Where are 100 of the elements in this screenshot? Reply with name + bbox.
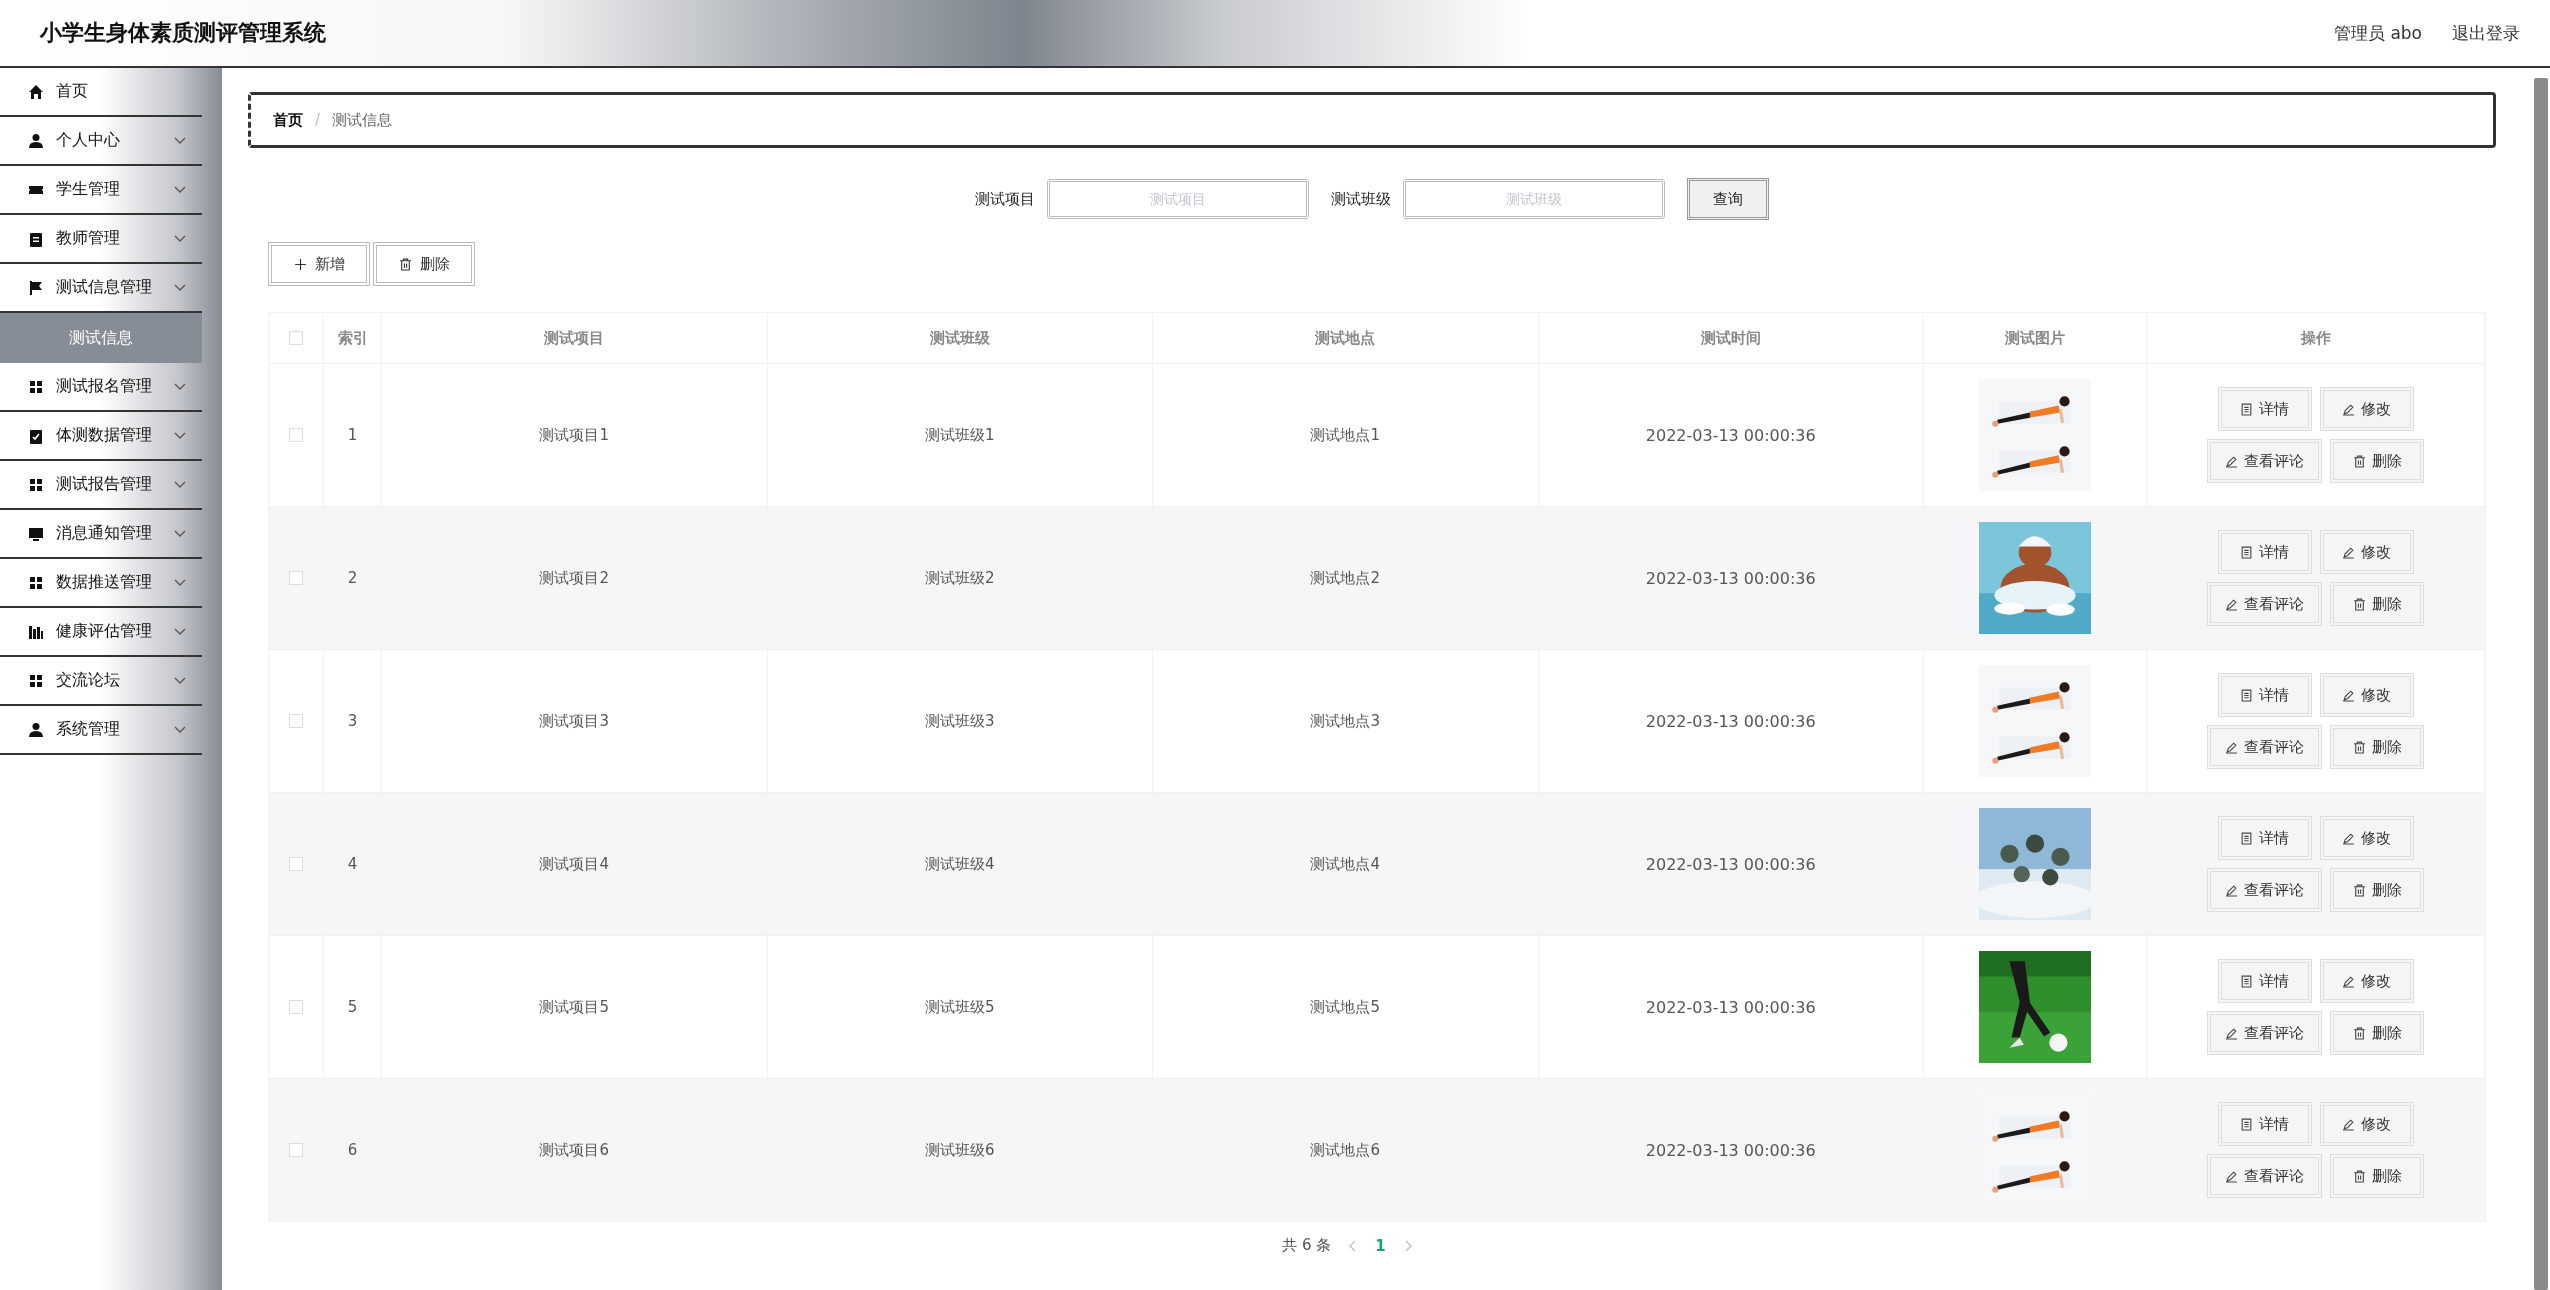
clipboard-icon [28,230,44,247]
flag-icon [28,279,44,296]
chevron-icon [174,529,186,538]
breadcrumb-link[interactable]: 首页 [273,110,303,130]
sidebar-item[interactable]: 体测数据管理 [0,412,202,461]
logout-link[interactable]: 退出登录 [2452,21,2520,45]
next-page-icon[interactable] [1403,1239,1412,1252]
comments-button[interactable]: 查看评论 [2207,725,2322,769]
trash-icon [2352,1169,2366,1183]
delete-button[interactable]: 删除 [2330,1154,2424,1198]
edit-button[interactable]: 修改 [2319,1102,2414,1146]
row-checkbox[interactable] [289,857,303,871]
select-all-checkbox[interactable] [289,331,303,345]
delete-button[interactable]: 删除 [2330,582,2424,626]
sidebar-item[interactable]: 测试报告管理 [0,461,202,510]
table-cell: 测试地点4 [1153,793,1539,935]
sidebar-item[interactable]: 个人中心 [0,117,202,166]
edit-button[interactable]: 修改 [2319,959,2414,1003]
table-cell: 6 [324,1079,382,1221]
pencil-icon [2342,1117,2355,1131]
comments-button[interactable]: 查看评论 [2207,1011,2322,1055]
document-icon [2240,545,2253,559]
comments-button[interactable]: 查看评论 [2207,1154,2322,1198]
detail-button[interactable]: 详情 [2217,530,2312,574]
sidebar-item[interactable]: 教师管理 [0,215,202,264]
trash-icon [2352,1026,2366,1040]
sidebar-item[interactable]: 消息通知管理 [0,510,202,559]
edit-button[interactable]: 修改 [2319,816,2414,860]
row-checkbox[interactable] [289,1000,303,1014]
document-icon [2240,831,2253,845]
table-cell: 测试地点2 [1153,507,1539,649]
total-count: 共 6 条 [1282,1236,1332,1255]
column-header: 测试项目 [382,313,768,363]
sidebar-item[interactable]: 交流论坛 [0,657,202,706]
sidebar-item[interactable]: 首页 [0,68,202,117]
grid-icon [28,672,44,689]
pencil-icon [2225,740,2238,754]
comments-button[interactable]: 查看评论 [2207,868,2322,912]
edit-button[interactable]: 修改 [2319,387,2414,431]
trash-icon [2352,883,2366,897]
chevron-icon [174,676,186,685]
chevron-icon [174,578,186,587]
sidebar-item[interactable]: 数据推送管理 [0,559,202,608]
chevron-icon [174,185,186,194]
trash-icon [2352,597,2366,611]
search-field[interactable]: 测试项目 [1047,179,1309,219]
chevron-icon [174,725,186,734]
delete-button[interactable]: 删除 [2330,868,2424,912]
column-header: 测试时间 [1538,313,1924,363]
trash-icon [398,257,412,271]
column-header: 测试地点 [1153,313,1539,363]
scrollbar[interactable] [2534,78,2548,1290]
document-icon [2240,402,2253,416]
delete-button[interactable]: 删除 [373,242,475,286]
chevron-icon [174,136,186,145]
bars-icon [28,623,44,640]
column-header: 索引 [324,313,382,363]
search-field[interactable]: 测试班级 [1403,179,1665,219]
grid-icon [28,378,44,395]
column-header: 测试班级 [767,313,1153,363]
detail-button[interactable]: 详情 [2217,673,2312,717]
check-icon [28,427,44,444]
query-button[interactable]: 查询 [1687,178,1769,220]
add-button[interactable]: 新增 [268,242,370,286]
detail-button[interactable]: 详情 [2217,1102,2312,1146]
row-checkbox[interactable] [289,428,303,442]
table-cell: 2022-03-13 00:00:36 [1538,507,1924,649]
detail-button[interactable]: 详情 [2217,816,2312,860]
search-label: 测试项目 [975,189,1035,209]
sidebar-item[interactable]: 测试报名管理 [0,363,202,412]
detail-button[interactable]: 详情 [2217,387,2312,431]
delete-button[interactable]: 删除 [2330,725,2424,769]
table-cell: 测试班级2 [767,507,1153,649]
monitor-icon [28,525,44,542]
table-cell: 测试项目6 [382,1079,768,1221]
pencil-icon [2225,597,2238,611]
sidebar-item[interactable]: 健康评估管理 [0,608,202,657]
row-checkbox[interactable] [289,714,303,728]
comments-button[interactable]: 查看评论 [2207,582,2322,626]
plus-icon [293,257,307,271]
sidebar-item[interactable]: 系统管理 [0,706,202,755]
edit-button[interactable]: 修改 [2319,673,2414,717]
previous-page-icon[interactable] [1349,1239,1358,1252]
row-checkbox[interactable] [289,571,303,585]
detail-button[interactable]: 详情 [2217,959,2312,1003]
breadcrumb-link[interactable]: 测试信息 [332,110,393,130]
edit-button[interactable]: 修改 [2319,530,2414,574]
comments-button[interactable]: 查看评论 [2207,439,2322,483]
trash-icon [2352,454,2366,468]
document-icon [2240,688,2253,702]
breadcrumb-separator: / [315,111,321,129]
pencil-icon [2342,688,2355,702]
pencil-icon [2225,883,2238,897]
sidebar-item[interactable]: 学生管理 [0,166,202,215]
chevron-icon [174,627,186,636]
pencil-icon [2342,402,2355,416]
column-header: 操作 [2147,313,2485,363]
row-checkbox[interactable] [289,1143,303,1157]
delete-button[interactable]: 删除 [2330,1011,2424,1055]
delete-button[interactable]: 删除 [2330,439,2424,483]
